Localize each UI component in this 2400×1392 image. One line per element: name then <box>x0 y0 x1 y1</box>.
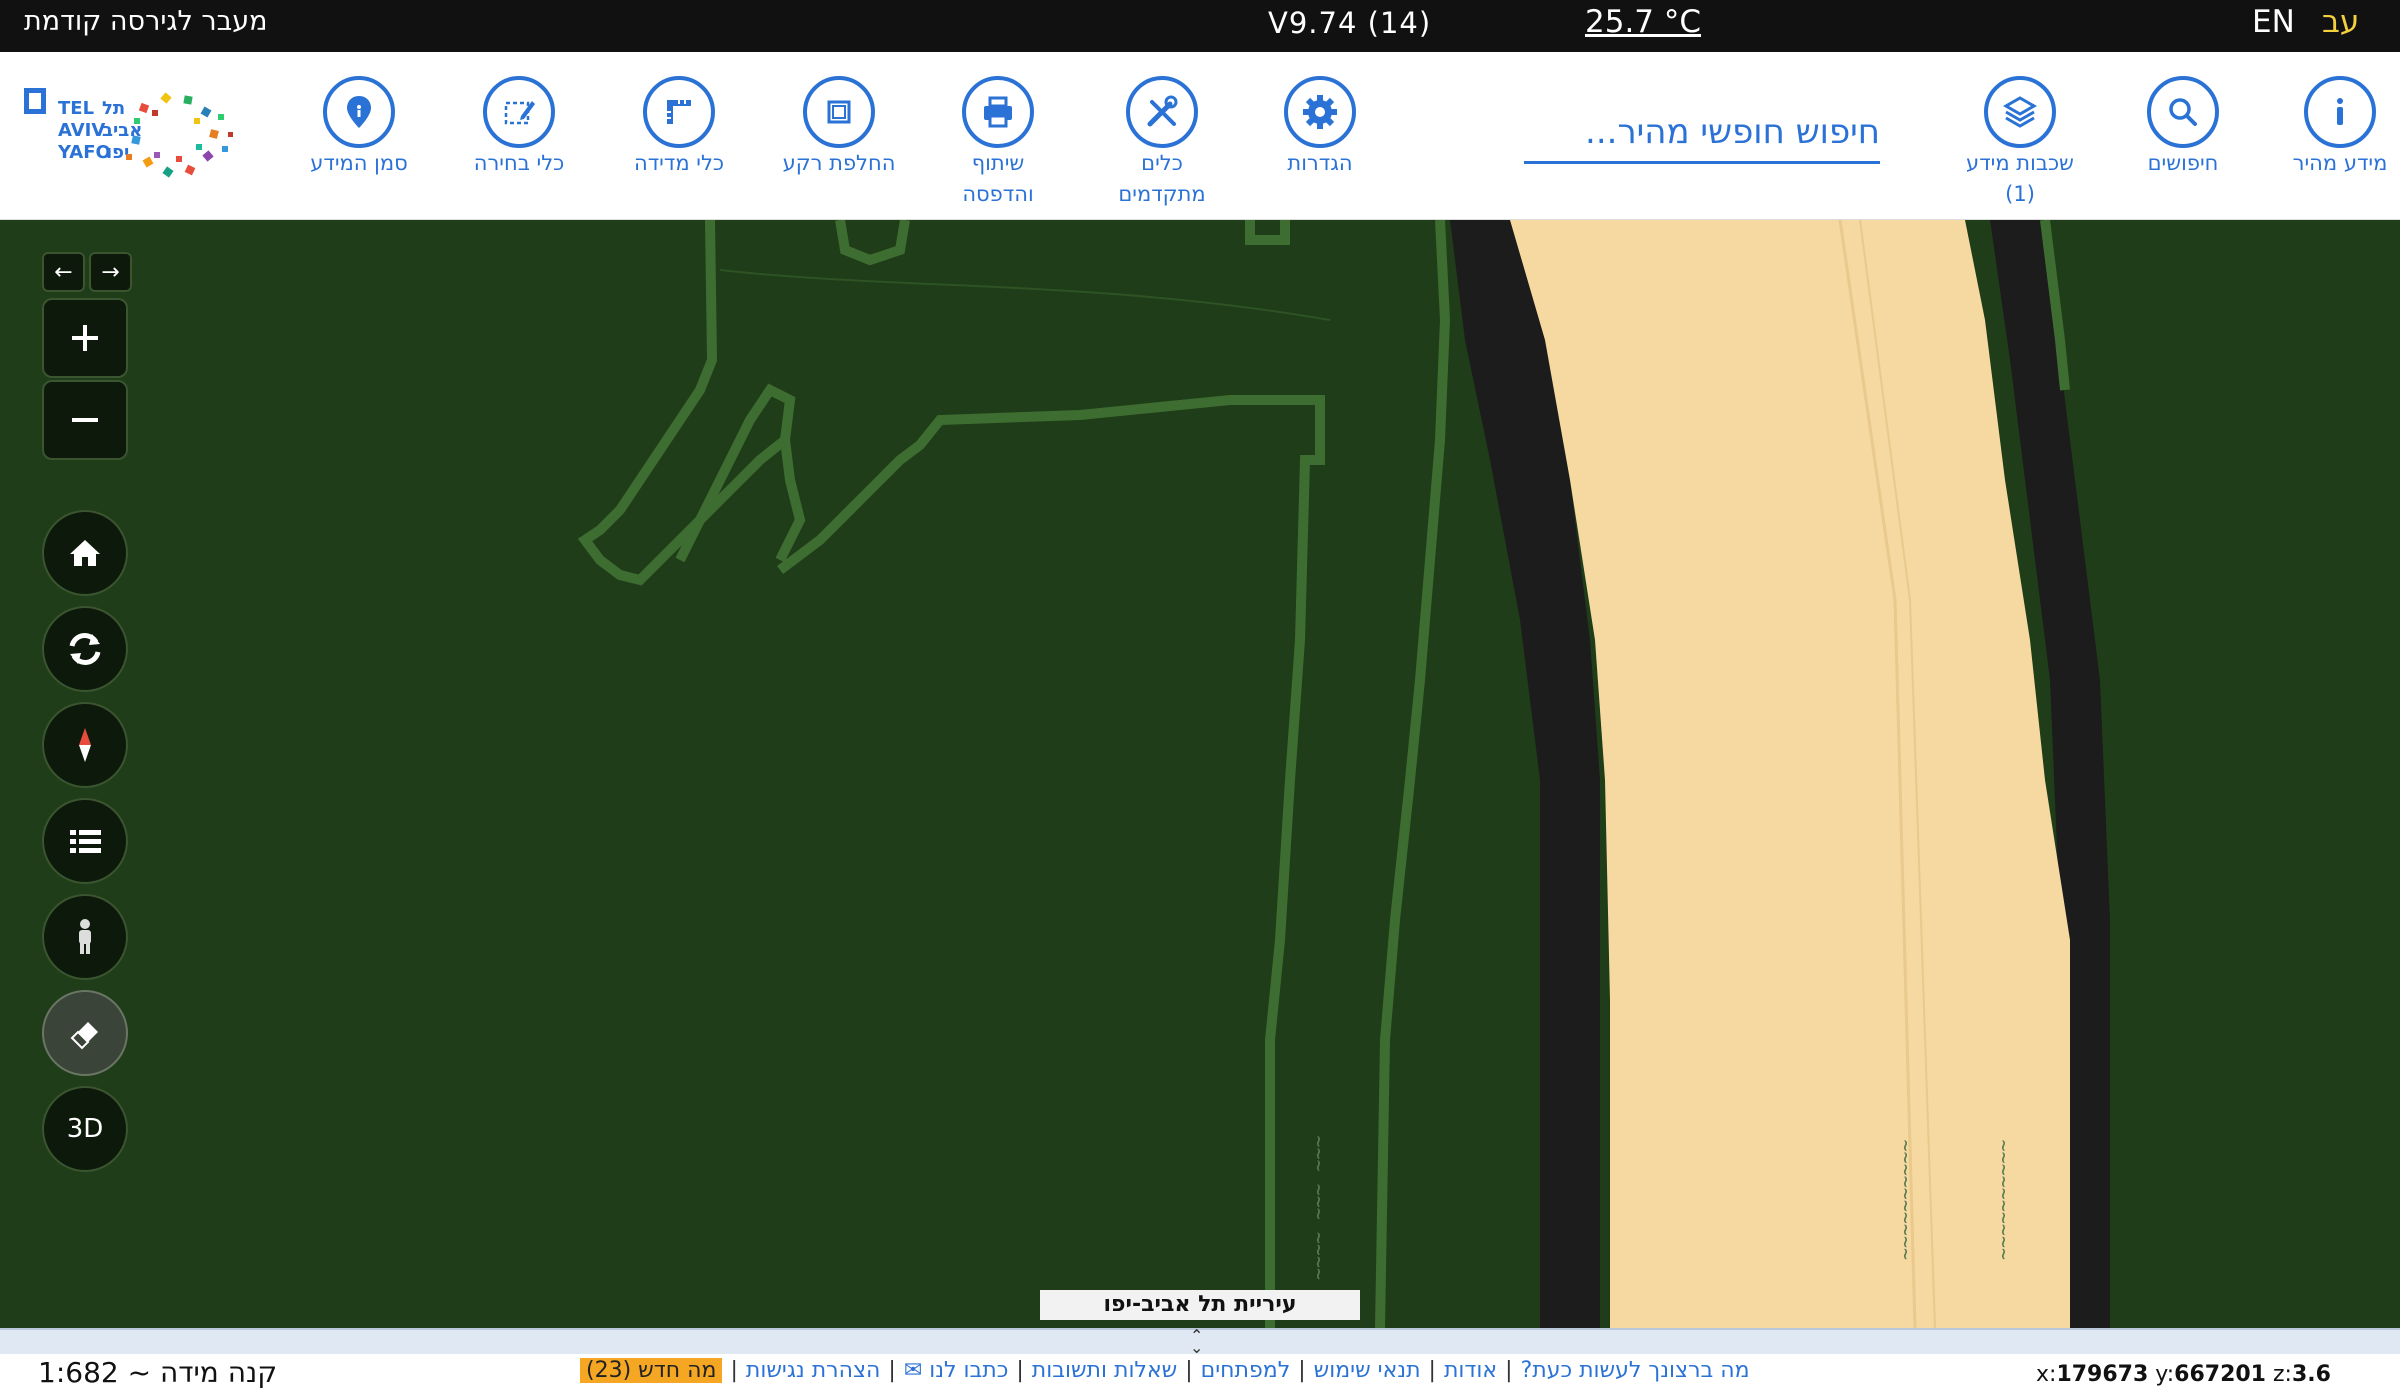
person-icon <box>79 919 91 954</box>
svg-text:TEL: TEL <box>58 98 94 119</box>
info-icon <box>2337 98 2343 125</box>
measure-tools-label: כלי מדידה <box>633 151 725 175</box>
footer-link-contact[interactable]: כתבו לנו ✉ <box>904 1358 1009 1383</box>
searches-button[interactable]: חיפושים <box>2098 76 2268 179</box>
quick-info-button[interactable]: מידע מהיר <box>2255 76 2400 179</box>
footer-links: מה ברצונך לעשות כעת? | אודות | תנאי שימוש |… <box>580 1358 1750 1383</box>
layers-icon <box>2002 96 2038 128</box>
3d-label: 3D <box>66 1114 104 1144</box>
tel-aviv-logo[interactable]: TEL AVIV YAFO תל אביב יפו <box>22 74 252 194</box>
scale-label: קנה מידה ~ 1:682 <box>38 1356 278 1389</box>
footer-link-terms[interactable]: תנאי שימוש <box>1314 1358 1421 1383</box>
status-bar: קנה מידה ~ 1:682 מה ברצונך לעשות כעת? | א… <box>0 1354 2400 1392</box>
layers-label: שכבות מידע (1) <box>1966 151 2074 206</box>
temperature-link[interactable]: 25.7 °C <box>1585 4 1701 40</box>
minus-icon <box>72 418 98 422</box>
zoom-out-button[interactable] <box>42 380 128 460</box>
legend-button[interactable] <box>42 798 128 884</box>
footer-link-about[interactable]: אודות <box>1444 1358 1497 1383</box>
searches-label: חיפושים <box>2147 151 2219 175</box>
ruler-icon <box>667 100 691 124</box>
settings-button[interactable]: הגדרות <box>1235 76 1405 179</box>
switch-basemap-button[interactable]: החלפת רקע <box>754 76 924 179</box>
footer-link-faq[interactable]: שאלות ותשובות <box>1032 1358 1177 1383</box>
home-button[interactable] <box>42 510 128 596</box>
selection-tools-button[interactable]: כלי בחירה <box>434 76 604 179</box>
coord-y-label: y: <box>2155 1362 2175 1387</box>
svg-text:~~~~ ~~~ ~~~: ~~~~ ~~~ ~~~ <box>1306 1136 1330 1281</box>
coord-z: 3.6 <box>2291 1362 2331 1387</box>
coord-z-label: z: <box>2273 1362 2292 1387</box>
refresh-button[interactable] <box>42 606 128 692</box>
compass-icon <box>79 728 91 762</box>
footer-link-developers[interactable]: למפתחים <box>1201 1358 1291 1383</box>
top-bar: מעבר לגירסה קודמת V9.74 (14) 25.7 °C EN … <box>0 0 2400 52</box>
eraser-button[interactable] <box>42 990 128 1076</box>
advanced-tools-label: כלים מתקדמים <box>1118 151 1206 206</box>
language-he-button[interactable]: עב <box>2322 4 2359 40</box>
info-marker-label: סמן המידע <box>310 151 408 175</box>
quick-info-label: מידע מהיר <box>2292 151 2388 175</box>
selection-tools-label: כלי בחירה <box>473 151 565 175</box>
svg-text:~~~~~~~~~~: ~~~~~~~~~~ <box>1893 1140 1917 1260</box>
search-icon <box>2169 98 2197 126</box>
coordinates-readout: x:179673 y:667201 z:3.6 <box>2036 1362 2331 1387</box>
previous-version-link[interactable]: מעבר לגירסה קודמת <box>24 6 268 37</box>
footer-link-accessibility[interactable]: הצהרת נגישות <box>746 1358 881 1383</box>
basemap-icon <box>827 100 851 124</box>
advanced-tools-button[interactable]: כלים מתקדמים <box>1077 76 1247 210</box>
back-arrow-icon[interactable]: ← <box>42 252 85 292</box>
map-canvas: ~~~~ ~~~ ~~~ ~~~~~~~~~~ ~~~~~~~~~~ <box>0 220 2400 1328</box>
plus-icon <box>72 325 98 351</box>
gear-icon <box>1303 95 1337 129</box>
city-label: עיריית תל אביב-יפו <box>1040 1290 1360 1320</box>
svg-text:תל: תל <box>102 98 125 119</box>
main-toolbar: TEL AVIV YAFO תל אביב יפו מידע מהיר חיפו… <box>0 52 2400 220</box>
panel-collapse-strip[interactable]: ⌃ ⌄ <box>0 1328 2400 1356</box>
eraser-icon <box>70 1022 98 1050</box>
forward-arrow-icon[interactable]: → <box>89 252 132 292</box>
history-nav: ← → <box>42 252 132 292</box>
street-view-button[interactable] <box>42 894 128 980</box>
svg-text:יפו: יפו <box>106 142 129 163</box>
info-marker-button[interactable]: סמן המידע <box>274 76 444 179</box>
map-view[interactable]: ~~~~ ~~~ ~~~ ~~~~~~~~~~ ~~~~~~~~~~ ← → 3… <box>0 220 2400 1328</box>
refresh-icon <box>69 633 101 665</box>
coord-y: 667201 <box>2174 1362 2266 1387</box>
whats-new-button[interactable]: מה חדש (23) <box>580 1358 723 1383</box>
quick-search-input[interactable] <box>1524 102 1880 161</box>
print-icon <box>984 96 1012 128</box>
tools-icon <box>1147 95 1178 127</box>
zoom-in-button[interactable] <box>42 298 128 378</box>
switch-basemap-label: החלפת רקע <box>782 151 896 175</box>
quick-search[interactable] <box>1524 102 1880 164</box>
home-icon <box>70 540 100 566</box>
svg-text:AVIV: AVIV <box>58 120 105 141</box>
collapse-handle-icon[interactable]: ⌃ ⌄ <box>1190 1328 1203 1356</box>
compass-button[interactable] <box>42 702 128 788</box>
3d-button[interactable]: 3D <box>42 1086 128 1172</box>
coord-x-label: x: <box>2036 1362 2057 1387</box>
pin-icon <box>347 96 371 128</box>
share-print-label: שיתוף והדפסה <box>962 151 1034 206</box>
svg-text:אביב: אביב <box>102 120 142 141</box>
share-print-button[interactable]: שיתוף והדפסה <box>913 76 1083 210</box>
language-en-button[interactable]: EN <box>2252 4 2295 40</box>
settings-label: הגדרות <box>1287 151 1353 175</box>
list-icon <box>70 830 101 853</box>
version-label: V9.74 (14) <box>1268 6 1432 40</box>
footer-link-what-to-do[interactable]: מה ברצונך לעשות כעת? <box>1521 1358 1750 1383</box>
coord-x: 179673 <box>2056 1362 2149 1387</box>
layers-button[interactable]: שכבות מידע (1) <box>1935 76 2105 210</box>
measure-tools-button[interactable]: כלי מדידה <box>594 76 764 179</box>
select-icon <box>504 101 535 125</box>
svg-text:~~~~~~~~~~: ~~~~~~~~~~ <box>1991 1140 2015 1260</box>
svg-text:YAFO: YAFO <box>57 142 111 163</box>
